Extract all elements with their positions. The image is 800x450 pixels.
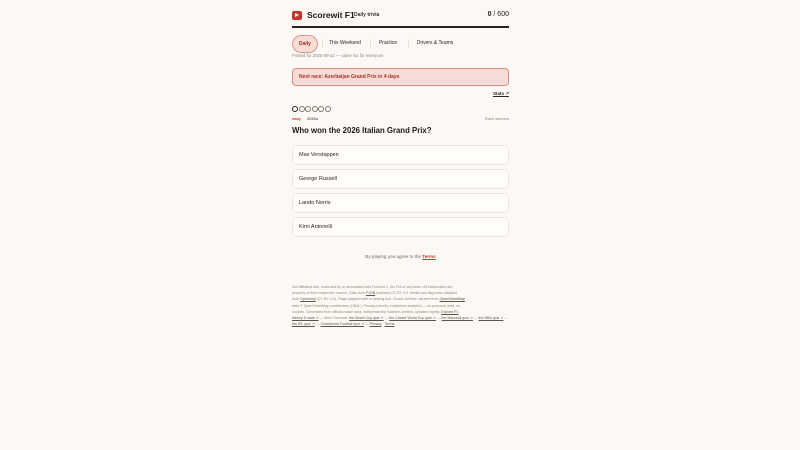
tab-drivers-teams[interactable]: Drivers & Teams: [412, 35, 458, 51]
footer-line: (various) CC BY 4.0. Medal and flag icon…: [376, 291, 457, 296]
footer-link-osm[interactable]: OpenStreetMap: [440, 297, 465, 301]
footer-link-baseball[interactable]: the Baseball quiz ↗: [442, 316, 473, 320]
answer-option[interactable]: Lando Norris: [292, 193, 509, 213]
answer-option[interactable]: Max Verstappen: [292, 145, 509, 165]
tab-practice[interactable]: Practice: [374, 35, 402, 51]
answer-option[interactable]: Kimi Antonelli: [292, 217, 509, 237]
brand-subtitle: Daily trivia: [354, 12, 380, 18]
footer-line: data © OpenStreetMap contributors (ODbL)…: [292, 303, 460, 308]
header-rule: [292, 26, 509, 28]
answer-label: Lando Norris: [299, 199, 331, 206]
tab-daily[interactable]: Daily: [292, 35, 318, 53]
footer-link-history[interactable]: history & stats ↗: [292, 316, 319, 320]
next-race-text: Next race: Azerbaijan Grand Prix in 4 da…: [299, 74, 400, 80]
posted-note: Posted for 2026-09-22 — same six for eve…: [292, 53, 384, 58]
footer-line: property of their respective owners. Dat…: [292, 291, 365, 296]
progress-dot: [318, 106, 324, 112]
footer-link-world-cup[interactable]: the World Cup quiz ↗: [349, 316, 384, 320]
tab-this-weekend[interactable]: This Weekend: [325, 35, 365, 51]
footer-link-explore[interactable]: Explore F1: [441, 310, 458, 314]
era-label: 2020s: [307, 116, 319, 121]
footer-link-privacy[interactable]: Privacy: [370, 322, 382, 326]
progress-dot-current: [292, 106, 298, 112]
app-column: Scorewit F1 Daily trivia 0 / 600 Daily T…: [292, 0, 509, 450]
tab-bar: Daily This Weekend Practice Drivers & Te…: [292, 35, 509, 53]
terms-prefix: By playing you agree to the: [365, 254, 421, 259]
footer-link-football[interactable]: Champions Football quiz ↗: [320, 322, 364, 326]
score-value: 0: [487, 11, 492, 18]
answer-label: Max Verstappen: [299, 151, 339, 158]
question-text: Who won the 2026 Italian Grand Prix?: [292, 126, 432, 135]
answer-label: Kimi Antonelli: [299, 223, 333, 230]
answer-label: George Russell: [299, 175, 337, 182]
progress-dot: [324, 106, 331, 112]
score-counter: 0 / 600: [488, 11, 509, 18]
question-meta: easy 2020s Race winners: [292, 116, 509, 122]
terms-link[interactable]: Terms: [422, 254, 435, 259]
logo-icon: [292, 11, 302, 20]
progress-dot: [305, 106, 311, 112]
footer-link-f1db[interactable]: F1DB: [366, 291, 375, 295]
header: Scorewit F1 Daily trivia 0 / 600: [292, 10, 509, 24]
brand-title: Scorewit F1: [307, 10, 355, 20]
next-race-banner: Next race: Azerbaijan Grand Prix in 4 da…: [292, 68, 509, 86]
footer-disclaimer: Not affiliated with, endorsed by or asso…: [292, 285, 508, 327]
footer-link-nba[interactable]: the NBA quiz ↗: [479, 316, 504, 320]
difficulty-label: easy: [292, 116, 301, 121]
footer-link-terms[interactable]: Terms: [385, 322, 395, 326]
progress-dot: [311, 106, 318, 112]
footer-link-cricket[interactable]: the Cricket World Cup quiz ↗: [389, 316, 436, 320]
terms-notice: By playing you agree to the Terms: [292, 254, 509, 259]
footer-line: Not affiliated with, endorsed by or asso…: [292, 285, 453, 289]
answer-option[interactable]: George Russell: [292, 169, 509, 189]
footer-link-openmoji[interactable]: Openmoji: [300, 297, 315, 301]
score-total: / 600: [493, 11, 509, 18]
footer-line: (CC BY 4.0). Flags adapted with a viewin…: [316, 297, 439, 302]
category-label: Race winners: [484, 116, 509, 121]
footer-line: — More Scorewit:: [319, 316, 349, 321]
footer-line: cookies. Generated from official match d…: [292, 309, 441, 314]
footer-link-ipl[interactable]: the IPL quiz ↗: [292, 322, 315, 326]
footer-line: from: [292, 297, 300, 302]
stats-link[interactable]: Stats ↗: [493, 91, 509, 97]
progress-dot: [298, 106, 305, 112]
